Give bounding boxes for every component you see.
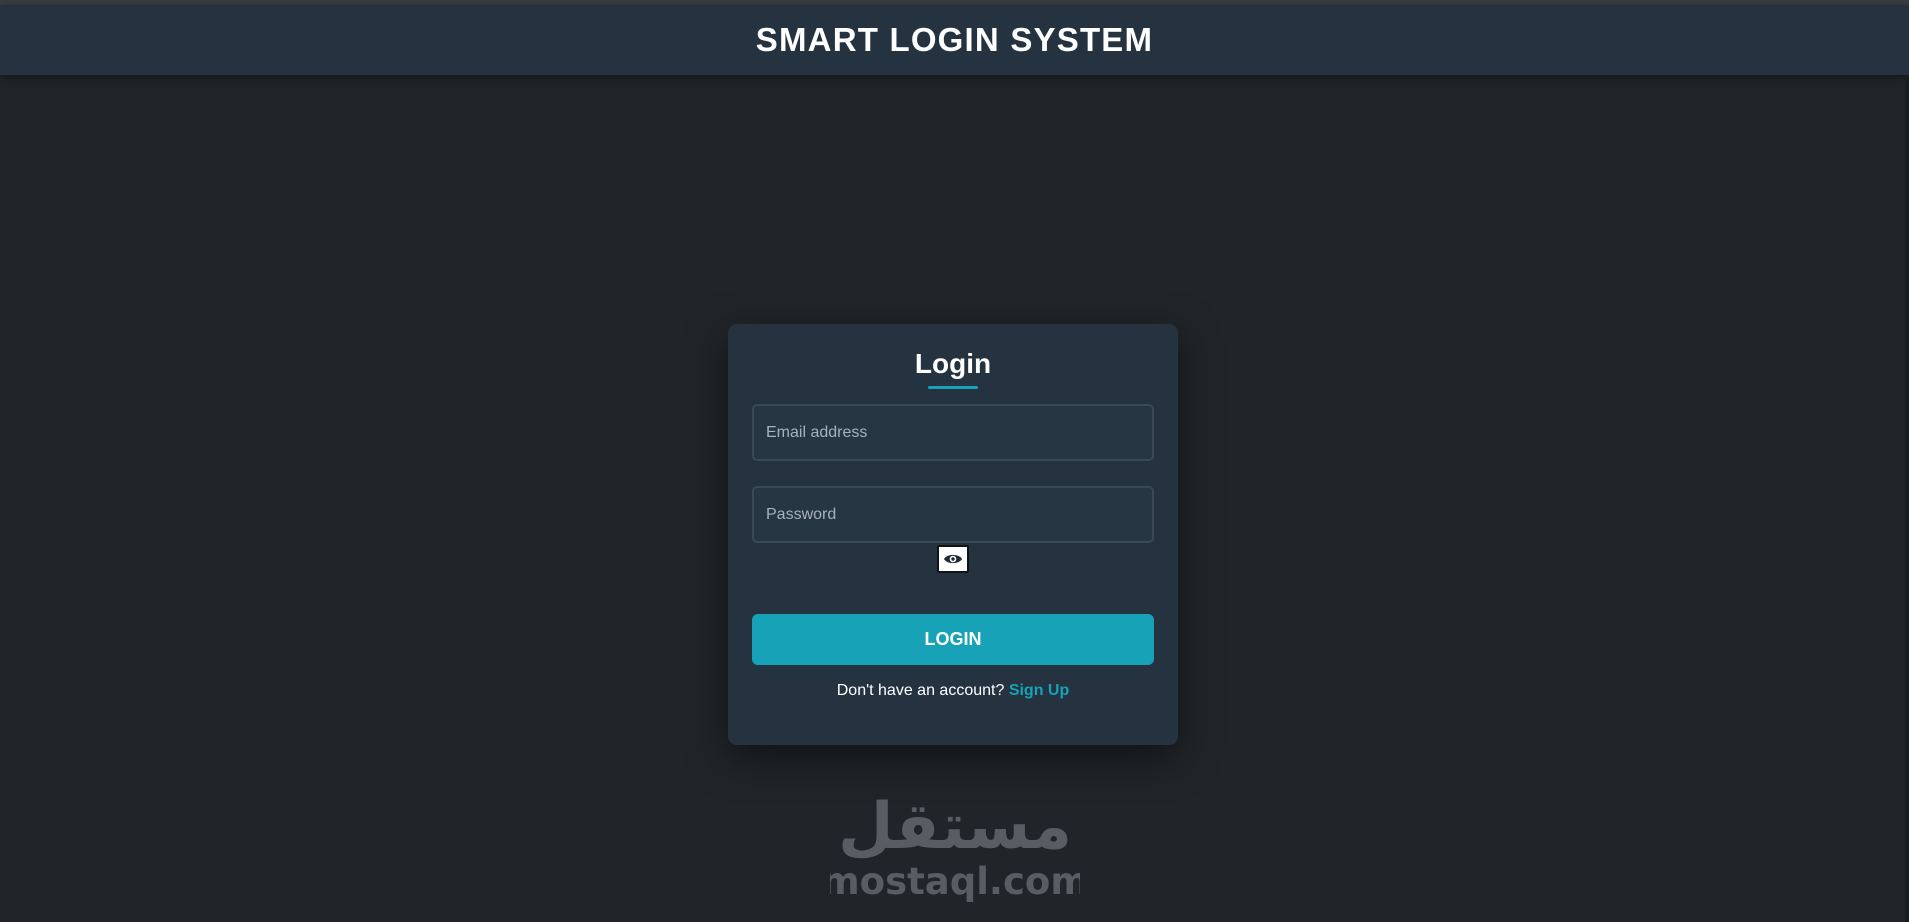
scrollbar[interactable] xyxy=(1905,75,1909,922)
mostaql-watermark: مستقل mostaql.com xyxy=(830,790,1080,903)
signup-line: Don't have an account? Sign Up xyxy=(728,682,1178,700)
signup-prompt: Don't have an account? xyxy=(836,682,1005,699)
eye-icon xyxy=(944,554,962,564)
show-password-toggle[interactable] xyxy=(937,545,969,573)
login-card: Login LOGIN Don't have an account? Sign … xyxy=(728,324,1178,745)
login-title-underline xyxy=(928,386,978,389)
watermark-latin-text: mostaql.com xyxy=(830,860,1080,903)
signup-link[interactable]: Sign Up xyxy=(1009,682,1069,699)
email-input[interactable] xyxy=(752,404,1154,461)
app-title: SMART LOGIN SYSTEM xyxy=(755,21,1154,58)
app-header: SMART LOGIN SYSTEM xyxy=(0,5,1909,75)
watermark-arabic-text: مستقل xyxy=(838,790,1072,864)
password-input[interactable] xyxy=(752,486,1154,543)
login-title: Login xyxy=(914,348,992,379)
login-button[interactable]: LOGIN xyxy=(752,614,1154,665)
